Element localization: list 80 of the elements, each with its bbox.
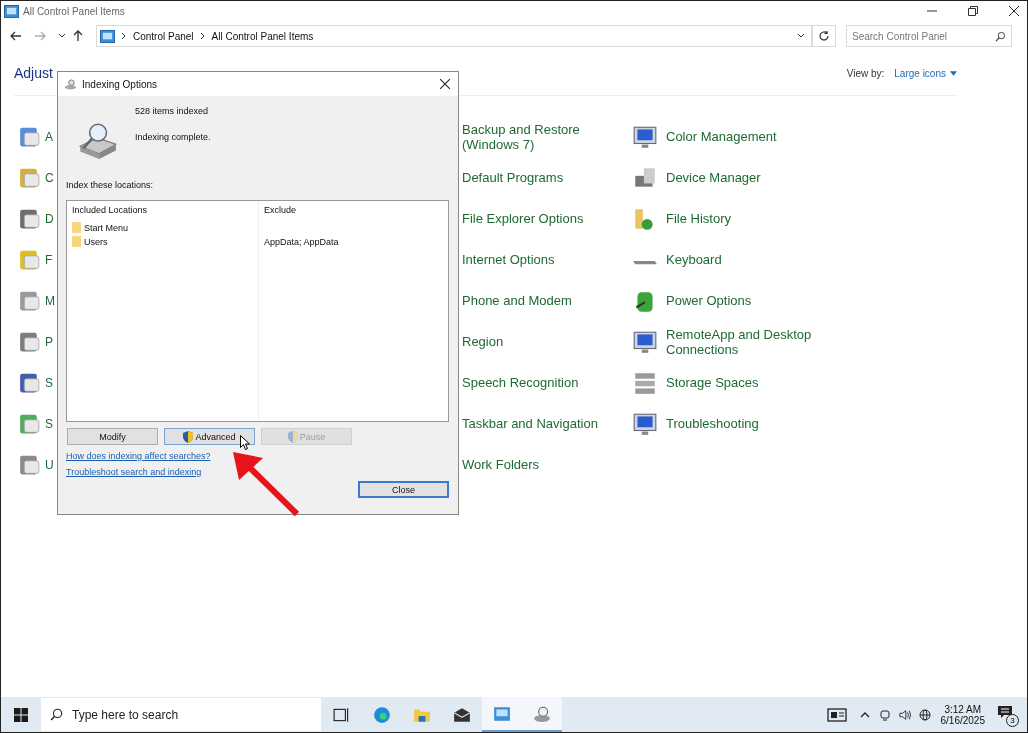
items-indexed-count: 528 items indexed xyxy=(135,106,210,116)
search-icon xyxy=(50,708,63,721)
mouse-cursor-icon xyxy=(240,435,250,450)
control-panel-icon xyxy=(100,29,115,43)
indexing-icon[interactable] xyxy=(522,697,562,732)
control-panel-link[interactable]: Internet Options xyxy=(462,252,612,267)
help-link[interactable]: Troubleshoot search and indexing xyxy=(66,467,202,477)
indexing-status: Indexing complete. xyxy=(135,132,211,142)
control-panel-link[interactable]: Backup and Restore (Windows 7) xyxy=(462,121,612,152)
dialog-button[interactable]: Advanced xyxy=(164,428,255,445)
location-name[interactable]: Users xyxy=(84,236,108,247)
control-panel-link[interactable]: RemoteApp and Desktop Connections xyxy=(666,326,826,357)
close-button[interactable]: Close xyxy=(358,481,449,498)
control-panel-link[interactable]: File History xyxy=(666,211,826,226)
breadcrumb[interactable]: All Control Panel Items xyxy=(211,30,314,42)
control-panel-link[interactable]: Work Folders xyxy=(462,457,612,472)
refresh-icon xyxy=(818,30,830,42)
notification-button[interactable]: 3 xyxy=(997,704,1017,725)
locations-label: Index these locations: xyxy=(66,180,155,190)
view-by-dropdown[interactable]: Large icons xyxy=(894,67,957,79)
control-panel-link[interactable]: Speech Recognition xyxy=(462,375,612,390)
dialog-button[interactable]: Modify xyxy=(67,428,158,445)
control-panel-link[interactable]: Keyboard xyxy=(666,252,826,267)
control-panel-link[interactable]: Taskbar and Navigation xyxy=(462,416,612,431)
control-panel-link[interactable]: File Explorer Options xyxy=(462,211,612,226)
chevron-down-icon[interactable] xyxy=(58,32,66,40)
speaker-icon[interactable] xyxy=(898,708,911,721)
exclude-entry: AppData; AppData xyxy=(264,236,339,247)
control-panel-link[interactable]: S xyxy=(45,416,53,431)
column-header: Included Locations xyxy=(72,205,149,215)
window-title: All Control Panel Items xyxy=(23,5,125,17)
search-field[interactable]: Search Control Panel xyxy=(846,25,1012,47)
caret-icon xyxy=(950,70,957,76)
news-icon[interactable] xyxy=(826,707,847,722)
search-icon xyxy=(995,30,1006,42)
arrow xyxy=(231,451,301,517)
control-panel-link[interactable]: C xyxy=(45,170,54,185)
address-bar[interactable]: Control Panel All Control Panel Items xyxy=(96,25,812,47)
restore-icon[interactable] xyxy=(968,6,978,16)
control-panel-link[interactable]: Region xyxy=(462,334,612,349)
control-panel-link[interactable]: Device Manager xyxy=(666,170,826,185)
refresh-button[interactable] xyxy=(812,25,836,47)
location-name[interactable]: Start Menu xyxy=(84,222,129,233)
help-link[interactable]: How does indexing affect searches? xyxy=(66,451,211,461)
indexing-icon xyxy=(64,78,77,90)
control-panel-link[interactable]: Storage Spaces xyxy=(666,375,826,390)
chevron-right-icon xyxy=(199,32,206,40)
clock[interactable]: 3:12 AM 6/16/2025 xyxy=(940,703,985,726)
back-icon[interactable] xyxy=(10,30,22,42)
control-panel-link[interactable]: Power Options xyxy=(666,293,826,308)
control-panel-link[interactable]: Default Programs xyxy=(462,170,612,185)
close-icon[interactable] xyxy=(1009,6,1019,16)
control-panel-link[interactable]: D xyxy=(45,211,54,226)
control-panel-link[interactable]: Troubleshooting xyxy=(666,416,826,431)
chevron-right-icon xyxy=(121,32,127,40)
control-panel-link[interactable]: F xyxy=(45,252,53,267)
control-panel-link[interactable]: Color Management xyxy=(666,129,826,144)
column-header: Exclude xyxy=(264,205,298,215)
dialog-title: Indexing Options xyxy=(82,78,158,90)
control-panel-link[interactable]: M xyxy=(45,293,55,308)
folder-icon xyxy=(72,236,81,247)
start-icon[interactable] xyxy=(14,707,28,722)
control-panel-link[interactable]: P xyxy=(45,334,53,349)
taskbar-search-field[interactable]: Type here to search xyxy=(41,698,321,731)
view-by-label: View by: xyxy=(846,67,885,79)
control-panel-icon xyxy=(4,4,19,18)
notification-count: 3 xyxy=(1006,713,1019,727)
control-panel-link[interactable]: Phone and Modem xyxy=(462,293,612,308)
control-panel-link[interactable]: U xyxy=(45,457,54,472)
control-panel-link[interactable]: A xyxy=(45,129,53,144)
close-icon[interactable] xyxy=(440,79,450,89)
page-heading: Adjust xyxy=(14,65,53,81)
up-icon[interactable] xyxy=(72,30,84,42)
breadcrumb[interactable]: Control Panel xyxy=(133,30,194,42)
drive-search-icon xyxy=(76,121,118,159)
control-panel-link[interactable]: S xyxy=(45,375,53,390)
folder-icon xyxy=(72,222,81,233)
chevron-down-icon[interactable] xyxy=(797,32,805,40)
globe-icon[interactable] xyxy=(918,708,931,721)
camera-icon[interactable] xyxy=(878,708,891,721)
